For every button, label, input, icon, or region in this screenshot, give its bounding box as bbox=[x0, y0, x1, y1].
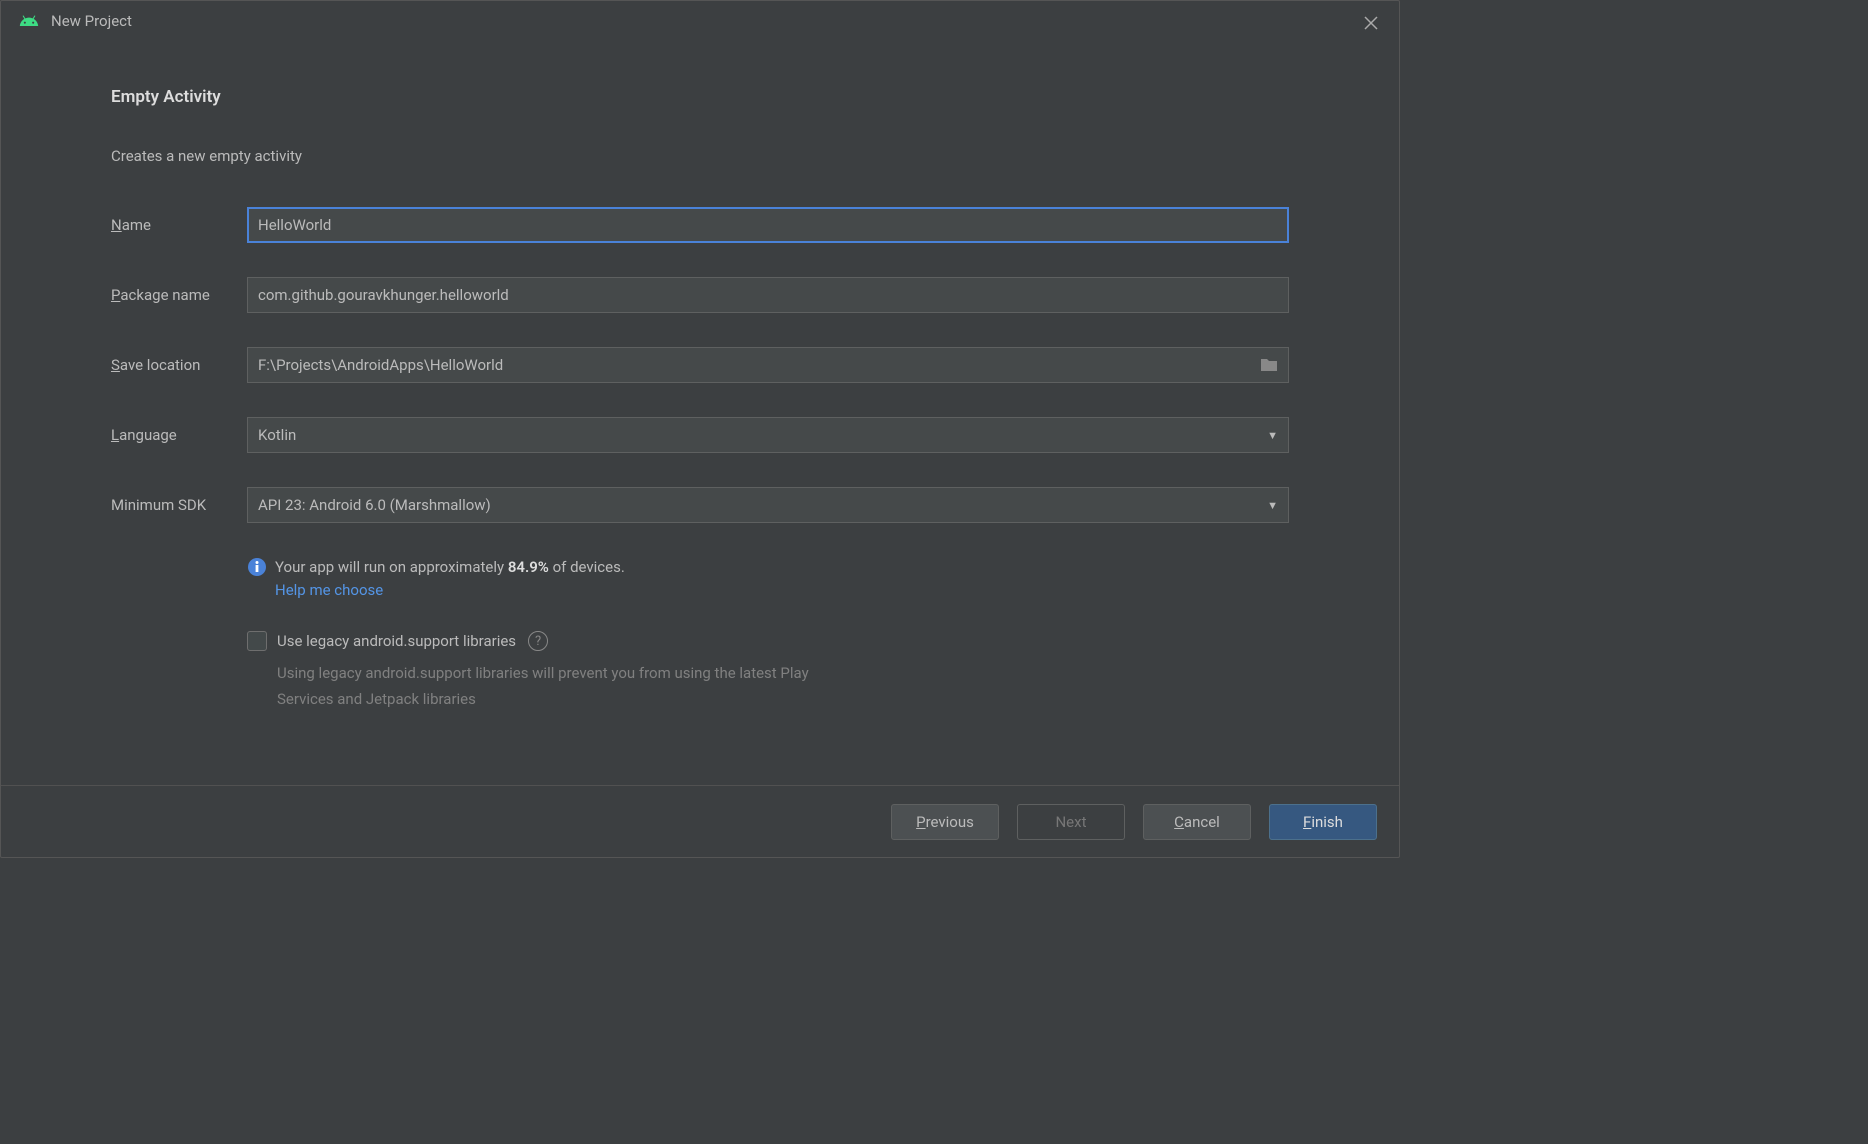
next-button[interactable]: Next bbox=[1017, 804, 1125, 840]
browse-folder-icon[interactable] bbox=[1259, 357, 1279, 373]
help-icon[interactable]: ? bbox=[528, 631, 548, 651]
language-row: Language Kotlin ▼ bbox=[111, 417, 1289, 453]
location-row: Save location bbox=[111, 347, 1289, 383]
dialog-content: Empty Activity Creates a new empty activ… bbox=[1, 41, 1399, 785]
name-label: Name bbox=[111, 216, 247, 234]
device-info-text: Your app will run on approximately 84.9%… bbox=[275, 558, 625, 576]
package-row: Package name bbox=[111, 277, 1289, 313]
previous-button[interactable]: Previous bbox=[891, 804, 999, 840]
close-icon bbox=[1363, 15, 1379, 31]
legacy-description: Using legacy android.support libraries w… bbox=[277, 661, 837, 712]
minsdk-row: Minimum SDK API 23: Android 6.0 (Marshma… bbox=[111, 487, 1289, 523]
package-label: Package name bbox=[111, 286, 247, 304]
new-project-dialog: New Project Empty Activity Creates a new… bbox=[0, 0, 1400, 858]
info-icon bbox=[247, 557, 267, 577]
window-title: New Project bbox=[51, 12, 132, 30]
title-bar: New Project bbox=[1, 1, 1399, 41]
device-info-section: Your app will run on approximately 84.9%… bbox=[247, 557, 1289, 599]
page-description: Creates a new empty activity bbox=[111, 147, 1289, 165]
name-input[interactable] bbox=[247, 207, 1289, 243]
legacy-section: Use legacy android.support libraries ? U… bbox=[247, 631, 1289, 712]
close-button[interactable] bbox=[1361, 13, 1381, 33]
help-me-choose-link[interactable]: Help me choose bbox=[275, 581, 1289, 599]
location-input[interactable] bbox=[247, 347, 1289, 383]
language-select[interactable]: Kotlin ▼ bbox=[247, 417, 1289, 453]
language-label: Language bbox=[111, 426, 247, 444]
page-title: Empty Activity bbox=[111, 87, 1289, 107]
package-input[interactable] bbox=[247, 277, 1289, 313]
location-label: Save location bbox=[111, 356, 247, 374]
dialog-footer: Previous Next Cancel Finish bbox=[1, 785, 1399, 857]
chevron-down-icon: ▼ bbox=[1267, 499, 1278, 512]
cancel-button[interactable]: Cancel bbox=[1143, 804, 1251, 840]
minsdk-select[interactable]: API 23: Android 6.0 (Marshmallow) ▼ bbox=[247, 487, 1289, 523]
legacy-checkbox[interactable] bbox=[247, 631, 267, 651]
minsdk-value: API 23: Android 6.0 (Marshmallow) bbox=[258, 496, 491, 514]
finish-button[interactable]: Finish bbox=[1269, 804, 1377, 840]
chevron-down-icon: ▼ bbox=[1267, 429, 1278, 442]
legacy-label: Use legacy android.support libraries bbox=[277, 632, 516, 650]
android-icon bbox=[19, 11, 39, 31]
minsdk-label: Minimum SDK bbox=[111, 496, 247, 514]
name-row: Name bbox=[111, 207, 1289, 243]
language-value: Kotlin bbox=[258, 426, 296, 444]
